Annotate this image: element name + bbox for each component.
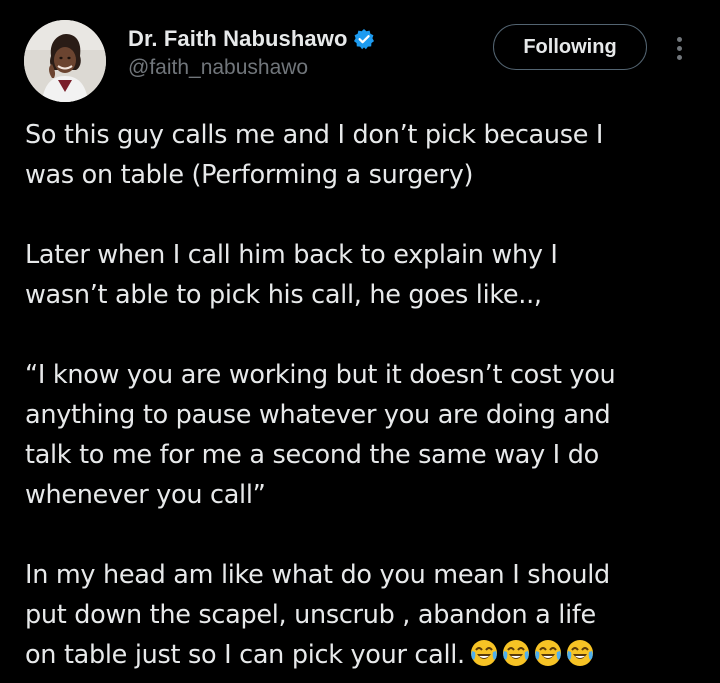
tweet-paragraph: Later when I call him back to explain wh…: [25, 240, 558, 310]
face-with-tears-of-joy-icon: [502, 640, 529, 666]
face-with-tears-of-joy-icon: [566, 640, 593, 666]
face-with-tears-of-joy-icon: [534, 640, 561, 666]
emoji-group: [469, 638, 595, 668]
author-block: Dr. Faith Nabushawo @faith_nabushawo: [128, 24, 375, 80]
tweet-paragraph: “I know you are working but it doesn’t c…: [25, 360, 616, 510]
avatar-image: [24, 20, 106, 102]
more-options-icon[interactable]: [666, 30, 692, 66]
tweet-text: So this guy calls me and I don’t pick be…: [25, 115, 715, 675]
verified-badge-icon[interactable]: [353, 28, 375, 50]
tweet-header: Dr. Faith Nabushawo @faith_nabushawo Fol…: [0, 0, 720, 110]
tweet-paragraph: So this guy calls me and I don’t pick be…: [25, 120, 604, 190]
more-dot: [676, 54, 682, 60]
more-dot: [676, 45, 682, 51]
author-handle[interactable]: @faith_nabushawo: [128, 56, 375, 80]
following-button[interactable]: Following: [493, 24, 647, 70]
tweet-paragraph-last: In my head am like what do you mean I sh…: [25, 555, 715, 675]
face-with-tears-of-joy-icon: [470, 640, 497, 666]
display-name[interactable]: Dr. Faith Nabushawo: [128, 26, 347, 52]
display-name-row: Dr. Faith Nabushawo: [128, 24, 375, 54]
more-dot: [676, 36, 682, 42]
avatar[interactable]: [24, 20, 106, 102]
